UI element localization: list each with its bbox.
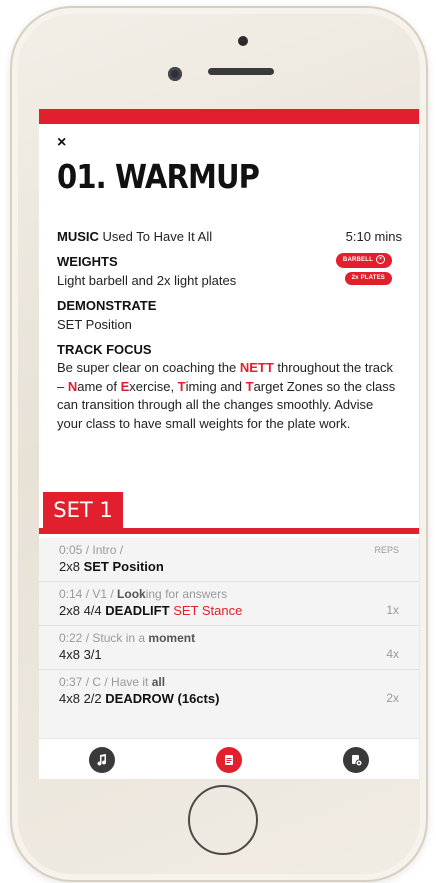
page-title: 01. WARMUP xyxy=(57,157,260,196)
workout-icon[interactable] xyxy=(215,746,242,773)
set-tab[interactable]: SET 1 xyxy=(43,492,123,528)
weights-label: WEIGHTS xyxy=(57,254,118,269)
sensor xyxy=(238,36,248,46)
home-button[interactable] xyxy=(188,785,258,855)
track-lyric-bold: all xyxy=(151,675,166,689)
track-extra: SET Stance xyxy=(173,603,243,618)
set-divider xyxy=(39,528,419,534)
track-count: 4x8 3/1 xyxy=(59,647,102,662)
demonstrate-label: DEMONSTRATE xyxy=(57,298,157,313)
track-focus-text: Be super clear on coaching the NETT thro… xyxy=(57,360,396,431)
app-screen: × 01. WARMUP MUSIC Used To Have It All 5… xyxy=(39,109,419,779)
earpiece-speaker xyxy=(208,68,274,75)
track-time: 0:05 / Intro / xyxy=(59,543,124,557)
track-lyric-bold: Look xyxy=(117,587,146,601)
track-count: 2x8 4/4 xyxy=(59,603,102,618)
close-icon[interactable]: × xyxy=(57,134,66,152)
track-time: 0:14 / V1 / xyxy=(59,587,114,601)
track-count: 4x8 2/2 xyxy=(59,691,102,706)
weights-badges: BARBELL × 2x PLATES xyxy=(335,253,392,285)
music-row: MUSIC Used To Have It All 5:10 mins xyxy=(57,227,402,246)
music-duration: 5:10 mins xyxy=(345,229,402,244)
track-extra: (16cts) xyxy=(177,691,220,706)
set-header: SET 1 xyxy=(39,492,419,534)
reps-header: REPS xyxy=(374,545,399,555)
music-label: MUSIC xyxy=(57,229,99,244)
track-move: DEADLIFT xyxy=(105,603,170,618)
list-item[interactable]: 0:37 / C / Have it all 4x8 2/2 DEADROW (… xyxy=(39,670,419,713)
track-focus-label: TRACK FOCUS xyxy=(57,342,152,357)
badge-plates: 2x PLATES xyxy=(344,271,392,285)
track-list: 0:05 / Intro / REPS 2x8 SET Position 0:14… xyxy=(39,538,419,738)
barbell-icon: × xyxy=(376,255,385,265)
track-move: SET Position xyxy=(83,559,164,574)
top-accent-bar xyxy=(39,109,419,124)
front-camera xyxy=(168,67,182,81)
settings-icon[interactable] xyxy=(342,746,369,773)
track-lyric: ing for answers xyxy=(145,587,228,601)
track-count: 2x8 xyxy=(59,559,80,574)
track-move: DEADROW xyxy=(105,691,174,706)
weights-text: Light barbell and 2x light plates xyxy=(57,273,237,288)
badge-barbell: BARBELL × xyxy=(335,253,392,268)
track-reps: 2x xyxy=(386,691,399,705)
track-reps: 1x xyxy=(386,603,399,617)
track-info: MUSIC Used To Have It All 5:10 mins WEIG… xyxy=(57,227,402,433)
list-item[interactable]: 0:22 / Stuck in a moment 4x8 3/1 4x xyxy=(39,626,419,670)
bottom-nav xyxy=(39,738,419,779)
music-song: Used To Have It All xyxy=(102,229,213,244)
track-time: 0:37 / C / Have it xyxy=(59,675,149,689)
music-icon[interactable] xyxy=(89,746,116,773)
track-time: 0:22 / Stuck in a xyxy=(59,631,146,645)
track-lyric-bold: moment xyxy=(148,631,196,645)
demonstrate-text: SET Position xyxy=(57,317,132,332)
list-item[interactable]: 0:14 / V1 / Looking for answers 2x8 4/4 … xyxy=(39,582,419,626)
weights-row: WEIGHTS Light barbell and 2x light plate… xyxy=(57,252,402,290)
list-item[interactable]: 0:05 / Intro / REPS 2x8 SET Position xyxy=(39,538,419,582)
demonstrate-section: DEMONSTRATE SET Position xyxy=(57,296,402,334)
track-reps: 4x xyxy=(386,647,399,661)
track-focus-section: TRACK FOCUS Be super clear on coaching t… xyxy=(57,340,402,433)
